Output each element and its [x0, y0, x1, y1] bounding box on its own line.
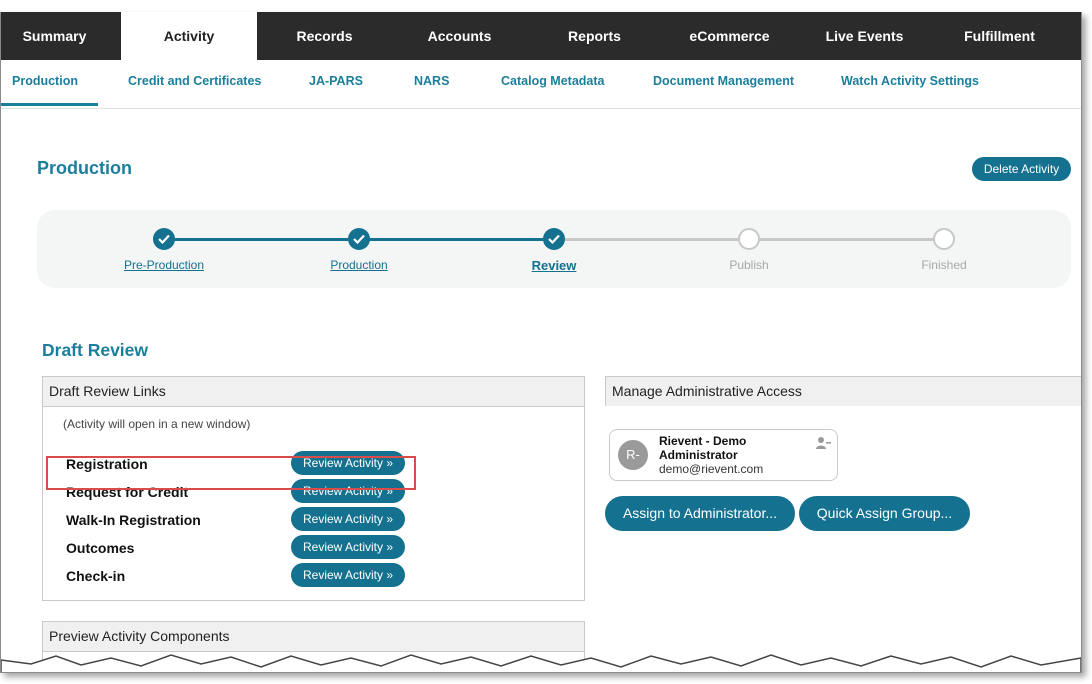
tab-accounts[interactable]: Accounts: [392, 12, 527, 60]
review-outcomes-button[interactable]: Review Activity »: [291, 535, 405, 559]
subtab-catalog-metadata[interactable]: Catalog Metadata: [501, 60, 605, 106]
draft-review-heading: Draft Review: [42, 340, 149, 360]
step-production-link[interactable]: Production: [289, 258, 429, 272]
new-window-note: (Activity will open in a new window): [63, 417, 251, 431]
step-finished-circle-icon: [933, 228, 955, 250]
step-review-check-icon: [543, 228, 565, 250]
subtab-watch-activity-settings[interactable]: Watch Activity Settings: [841, 60, 979, 106]
remove-user-icon[interactable]: [816, 436, 832, 455]
page-title: Production: [37, 158, 132, 178]
tab-summary[interactable]: Summary: [1, 12, 108, 60]
tab-activity[interactable]: Activity: [121, 12, 257, 60]
top-navigation: Summary Activity Records Accounts Report…: [1, 12, 1081, 60]
manage-admin-access-header: Manage Administrative Access: [606, 377, 1081, 406]
tab-live-events[interactable]: Live Events: [797, 12, 932, 60]
draft-review-links-header: Draft Review Links: [43, 377, 584, 407]
subtab-credit-and-certificates[interactable]: Credit and Certificates: [128, 60, 261, 106]
sub-navigation: Production Credit and Certificates JA-PA…: [1, 60, 1081, 109]
review-walk-in-registration-button[interactable]: Review Activity »: [291, 507, 405, 531]
tab-ecommerce[interactable]: eCommerce: [662, 12, 797, 60]
step-review-link[interactable]: Review: [484, 258, 624, 273]
progress-stepper: Pre-Production Production Review Publish…: [37, 210, 1071, 288]
subtab-nars[interactable]: NARS: [414, 60, 449, 106]
admin-card: R- Rievent - Demo Administrator demo@rie…: [609, 429, 838, 481]
row-label-check-in: Check-in: [66, 568, 126, 584]
step-pre-production-link[interactable]: Pre-Production: [94, 258, 234, 272]
admin-name: Rievent - Demo Administrator: [659, 434, 747, 462]
assign-to-administrator-button[interactable]: Assign to Administrator...: [605, 496, 795, 531]
tab-fulfillment[interactable]: Fulfillment: [932, 12, 1067, 60]
tab-records[interactable]: Records: [257, 12, 392, 60]
row-label-outcomes: Outcomes: [66, 540, 135, 556]
row-label-walk-in-registration: Walk-In Registration: [66, 512, 201, 528]
review-check-in-button[interactable]: Review Activity »: [291, 563, 405, 587]
admin-email: demo@rievent.com: [659, 462, 764, 476]
app-window: Summary Activity Records Accounts Report…: [0, 12, 1082, 673]
step-pre-production-check-icon: [153, 228, 175, 250]
step-publish-circle-icon: [738, 228, 760, 250]
delete-activity-button[interactable]: Delete Activity: [972, 157, 1071, 181]
registration-highlight-box: [46, 456, 416, 490]
quick-assign-group-button[interactable]: Quick Assign Group...: [799, 496, 970, 531]
avatar: R-: [618, 440, 648, 470]
subtab-ja-pars[interactable]: JA-PARS: [309, 60, 363, 106]
step-publish-label: Publish: [729, 258, 769, 272]
step-finished-label: Finished: [921, 258, 967, 272]
manage-admin-access-panel: Manage Administrative Access: [605, 376, 1081, 406]
subtab-document-management[interactable]: Document Management: [653, 60, 794, 106]
step-production-check-icon: [348, 228, 370, 250]
tab-reports[interactable]: Reports: [527, 12, 662, 60]
torn-edge: [1, 654, 1081, 672]
subtab-production[interactable]: Production: [1, 60, 98, 106]
